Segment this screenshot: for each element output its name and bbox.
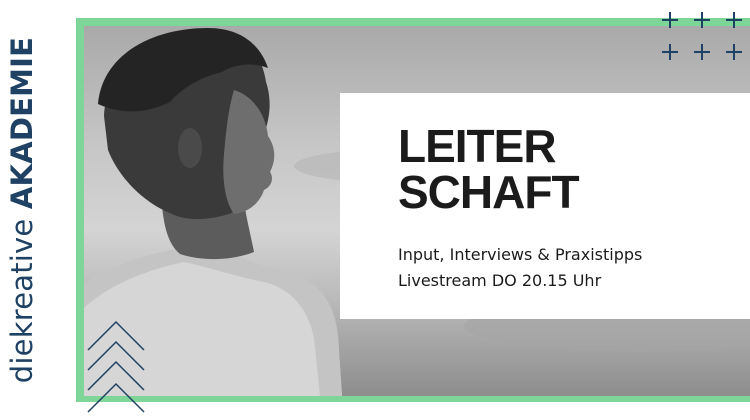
plus-icon [694,12,710,28]
brand-logo-vertical: diekreative AKADEMIE [5,37,39,383]
subtitle-schedule: Livestream DO 20.15 Uhr [398,271,602,290]
headline-line-1: LEITER [398,120,557,172]
chevron-up-icon [87,340,145,371]
plus-decoration-grid [656,8,748,62]
plus-icon [662,44,678,60]
subtitle-topics: Input, Interviews & Praxistipps [398,245,643,264]
chevron-decoration [87,320,145,413]
plus-icon [694,44,710,60]
plus-icon [726,12,742,28]
plus-icon [726,44,742,60]
brand-name: AKADEMIE [5,36,39,210]
chevron-up-icon [87,382,145,413]
chevron-up-icon [87,360,145,391]
title-card: LEITER SCHAFT Input, Interviews & Praxis… [340,93,750,319]
plus-icon [662,12,678,28]
headline: LEITER SCHAFT [398,120,580,218]
chevron-up-icon [87,320,145,351]
brand-prefix: diekreative [5,209,39,384]
headline-line-2: SCHAFT [398,166,580,218]
